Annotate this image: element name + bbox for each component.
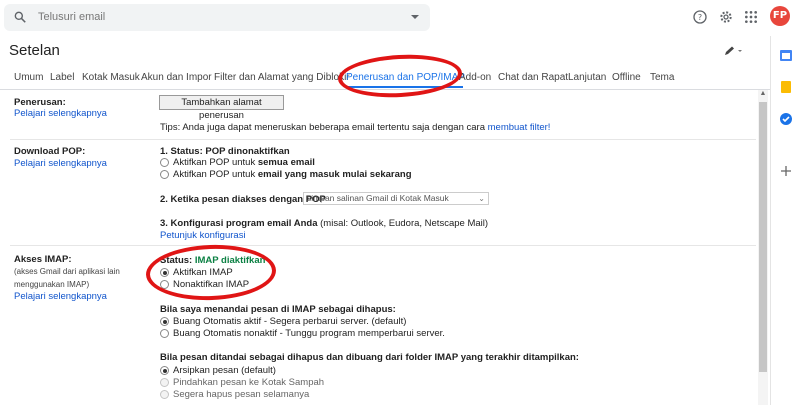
calendar-icon[interactable] — [779, 48, 793, 62]
archive-radio[interactable] — [160, 366, 169, 375]
tab-chat-dan-rapat[interactable]: Chat dan Rapat — [498, 72, 568, 83]
keep-icon[interactable] — [779, 80, 793, 94]
pop-from-now-label: Aktifkan POP untuk email yang masuk mula… — [173, 169, 412, 180]
imap-enable-label: Aktifkan IMAP — [173, 267, 233, 278]
tasks-icon[interactable] — [779, 112, 793, 126]
search-input[interactable]: Telusuri email — [38, 11, 105, 23]
create-filter-link[interactable]: membuat filter! — [488, 122, 551, 133]
pop-label: Download POP: — [14, 146, 86, 157]
auto-expunge-off-radio[interactable] — [160, 329, 169, 338]
imap-sublabel-line2: menggunakan IMAP) — [14, 280, 90, 289]
apps-grid-icon[interactable] — [743, 9, 759, 25]
pencil-icon[interactable] — [724, 46, 744, 56]
pop-from-now-radio[interactable] — [160, 170, 169, 179]
tab-lanjutan[interactable]: Lanjutan — [568, 72, 606, 83]
forwarding-label: Penerusan: — [14, 97, 66, 108]
imap-expunge-heading: Bila pesan ditandai sebagai dihapus dan … — [160, 352, 579, 363]
search-box[interactable]: Telusuri email — [4, 4, 430, 31]
tab-filter[interactable]: Filter dan Alamat yang Diblokir — [214, 72, 350, 83]
top-bar: Telusuri email ? FP — [0, 0, 790, 36]
imap-delete-heading: Bila saya menandai pesan di IMAP sebagai… — [160, 304, 396, 315]
archive-label: Arsipkan pesan (default) — [173, 365, 276, 376]
section-divider — [10, 139, 756, 140]
scroll-up-icon[interactable]: ▲ — [758, 90, 768, 100]
page-title: Setelan — [9, 42, 60, 59]
imap-status: Status: IMAP diaktifkan — [160, 255, 266, 266]
delete-forever-radio[interactable] — [160, 390, 169, 399]
active-tab-indicator — [345, 86, 463, 88]
tab-penerusan-pop-imap[interactable]: Penerusan dan POP/IMAP — [346, 72, 465, 83]
move-to-trash-radio[interactable] — [160, 378, 169, 387]
add-forwarding-address-button[interactable]: Tambahkan alamat penerusan — [159, 95, 284, 121]
auto-expunge-off-label: Buang Otomatis nonaktif - Tunggu program… — [173, 328, 445, 339]
pop-access-heading: 2. Ketika pesan diakses dengan POP — [160, 194, 326, 205]
pop-config-heading: 3. Konfigurasi program email Anda (misal… — [160, 218, 489, 229]
tab-label[interactable]: Label — [50, 72, 74, 83]
scrollbar-thumb[interactable] — [759, 102, 767, 372]
section-divider — [10, 245, 756, 246]
pop-access-select[interactable]: simpan salinan Gmail di Kotak Masuk ⌄ — [303, 192, 489, 205]
gear-icon[interactable] — [718, 9, 734, 25]
search-options-icon[interactable] — [410, 12, 420, 22]
pop-status-heading: 1. Status: POP dinonaktifkan — [160, 146, 290, 157]
tab-offline[interactable]: Offline — [612, 72, 641, 83]
avatar[interactable]: FP — [770, 6, 790, 26]
config-instructions-link[interactable]: Petunjuk konfigurasi — [160, 230, 246, 241]
auto-expunge-on-label: Buang Otomatis aktif - Segera perbarui s… — [173, 316, 407, 327]
tab-add-on[interactable]: Add-on — [459, 72, 491, 83]
imap-label: Akses IMAP: — [14, 254, 72, 265]
side-panel-rail — [770, 36, 800, 405]
tab-tema[interactable]: Tema — [650, 72, 674, 83]
imap-disable-label: Nonaktifkan IMAP — [173, 279, 250, 290]
pop-learn-more-link[interactable]: Pelajari selengkapnya — [14, 158, 107, 169]
chevron-down-icon: ⌄ — [478, 194, 485, 203]
imap-disable-radio[interactable] — [160, 280, 169, 289]
forwarding-tip: Tips: Anda juga dapat meneruskan beberap… — [160, 122, 551, 133]
move-to-trash-label: Pindahkan pesan ke Kotak Sampah — [173, 377, 325, 388]
forwarding-learn-more-link[interactable]: Pelajari selengkapnya — [14, 108, 107, 119]
imap-sublabel-line1: (akses Gmail dari aplikasi lain — [14, 267, 120, 276]
pop-all-mail-radio[interactable] — [160, 158, 169, 167]
pop-all-mail-label: Aktifkan POP untuk semua email — [173, 157, 315, 168]
auto-expunge-on-radio[interactable] — [160, 317, 169, 326]
plus-icon[interactable] — [779, 164, 793, 178]
help-icon[interactable]: ? — [692, 9, 708, 25]
search-icon[interactable] — [13, 10, 27, 24]
imap-learn-more-link[interactable]: Pelajari selengkapnya — [14, 291, 107, 302]
svg-text:?: ? — [698, 13, 702, 22]
tab-akun-dan-impor[interactable]: Akun dan Impor — [141, 72, 212, 83]
imap-enable-radio[interactable] — [160, 268, 169, 277]
delete-forever-label: Segera hapus pesan selamanya — [173, 389, 310, 400]
tab-umum[interactable]: Umum — [14, 72, 43, 83]
tab-kotak-masuk[interactable]: Kotak Masuk — [82, 72, 140, 83]
